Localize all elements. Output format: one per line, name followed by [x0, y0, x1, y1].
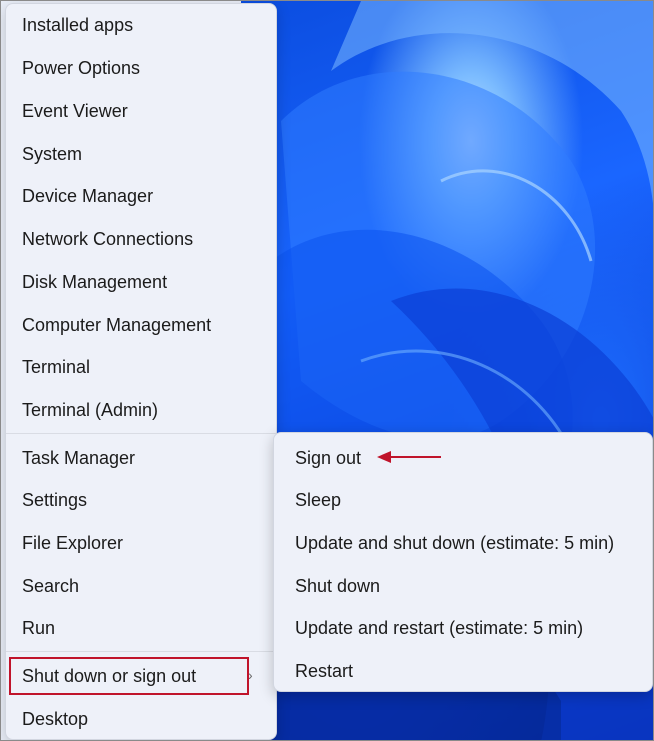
shutdown-submenu: Sign out Sleep Update and shut down (est… [273, 432, 653, 692]
menu-separator [6, 651, 276, 652]
menu-item-task-manager[interactable]: Task Manager [22, 441, 272, 475]
submenu-item-sign-out[interactable]: Sign out [295, 441, 361, 475]
highlight-box [9, 657, 249, 695]
submenu-item-sleep[interactable]: Sleep [295, 483, 341, 517]
menu-item-desktop[interactable]: Desktop [22, 702, 272, 736]
winx-context-menu: Installed apps Power Options Event Viewe… [5, 3, 277, 740]
menu-item-event-viewer[interactable]: Event Viewer [22, 94, 272, 128]
menu-item-network-connections[interactable]: Network Connections [22, 222, 272, 256]
menu-item-installed-apps[interactable]: Installed apps [22, 8, 272, 42]
menu-item-power-options[interactable]: Power Options [22, 51, 272, 85]
screenshot-frame: Installed apps Power Options Event Viewe… [0, 0, 654, 741]
submenu-item-update-restart[interactable]: Update and restart (estimate: 5 min) [295, 611, 583, 645]
menu-item-device-manager[interactable]: Device Manager [22, 179, 272, 213]
menu-separator [6, 433, 276, 434]
menu-item-run[interactable]: Run [22, 611, 272, 645]
menu-item-computer-management[interactable]: Computer Management [22, 308, 272, 342]
submenu-item-shut-down[interactable]: Shut down [295, 569, 380, 603]
menu-item-search[interactable]: Search [22, 569, 272, 603]
menu-item-terminal-admin[interactable]: Terminal (Admin) [22, 393, 272, 427]
menu-item-disk-management[interactable]: Disk Management [22, 265, 272, 299]
submenu-item-update-shut-down[interactable]: Update and shut down (estimate: 5 min) [295, 526, 614, 560]
submenu-item-restart[interactable]: Restart [295, 654, 353, 688]
menu-item-system[interactable]: System [22, 137, 272, 171]
menu-item-settings[interactable]: Settings [22, 483, 272, 517]
menu-item-file-explorer[interactable]: File Explorer [22, 526, 272, 560]
menu-item-terminal[interactable]: Terminal [22, 350, 272, 384]
left-arrow-icon [377, 451, 441, 463]
